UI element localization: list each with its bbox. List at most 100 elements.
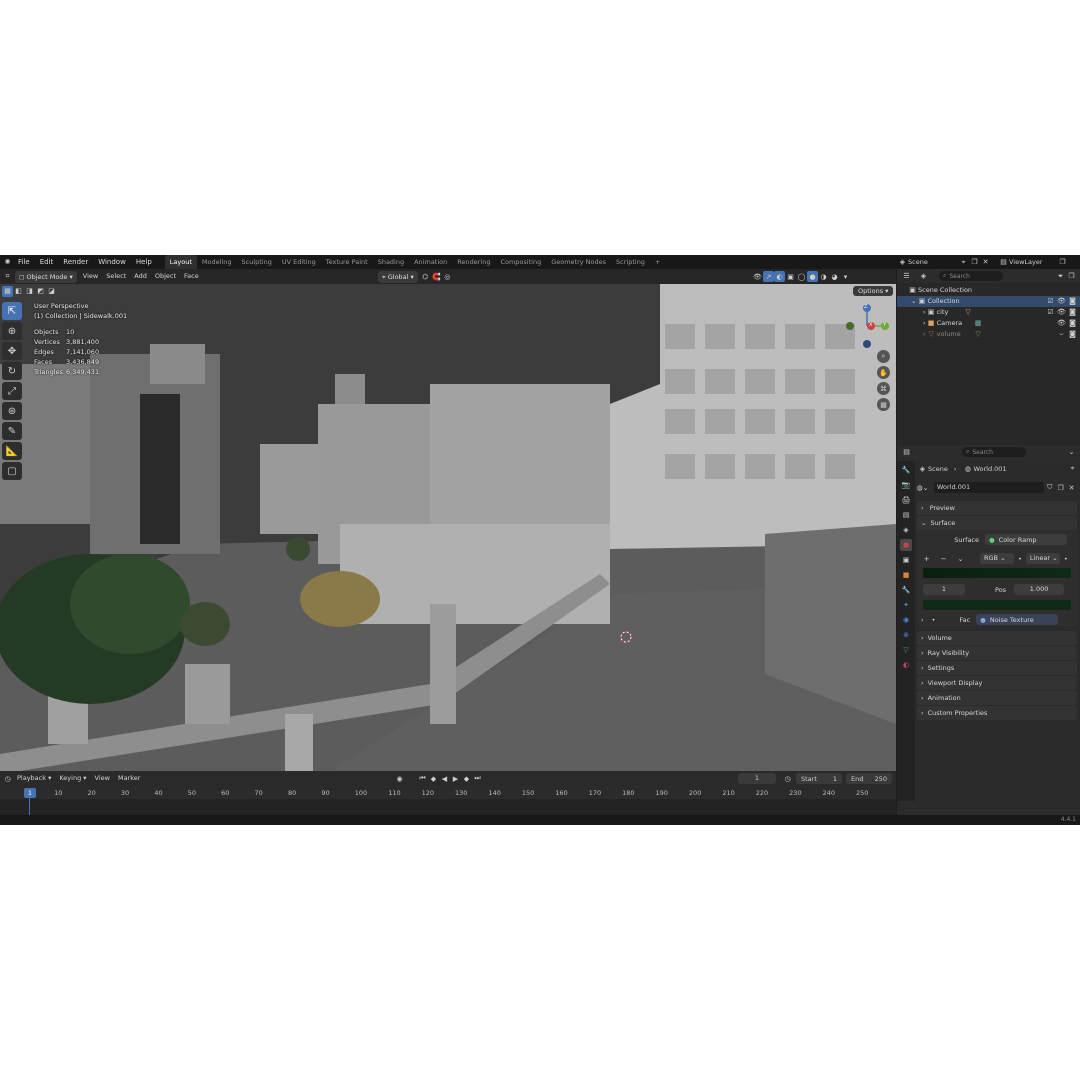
world-browse-icon[interactable]: ◍⌄ — [917, 482, 929, 493]
playhead[interactable]: 1 — [24, 788, 36, 798]
pivot-icon[interactable]: ⌬ — [420, 271, 431, 282]
camera-view-icon[interactable]: ⌘ — [877, 382, 890, 395]
camera-render-icon[interactable]: ◙ — [1067, 307, 1078, 318]
editor-type-icon[interactable]: ⌗ — [2, 271, 13, 282]
tab-layout[interactable]: Layout — [164, 255, 197, 269]
tab-animation[interactable]: Animation — [409, 255, 452, 269]
shading-options-icon[interactable]: ▾ — [840, 271, 851, 282]
properties-search[interactable]: ⌕ Search — [962, 447, 1026, 457]
menu-file[interactable]: File — [13, 255, 35, 269]
data-tab-icon[interactable]: ▽ — [900, 644, 912, 656]
material-tab-icon[interactable]: ◐ — [900, 659, 912, 671]
tab-shading[interactable]: Shading — [373, 255, 409, 269]
outliner-search[interactable]: ⌕ Search — [939, 271, 1003, 281]
pos-field[interactable]: 1.000 — [1014, 584, 1065, 595]
menu-edit[interactable]: Edit — [35, 255, 59, 269]
rotate-tool-button[interactable]: ↻ — [2, 362, 22, 380]
prev-keyframe-icon[interactable]: ◆ — [428, 773, 439, 784]
object-tab-icon[interactable]: ■ — [900, 569, 912, 581]
new-scene-icon[interactable]: ❐ — [969, 257, 980, 268]
cursor-tool-button[interactable]: ⊕ — [2, 322, 22, 340]
physics-tab-icon[interactable]: ◉ — [900, 614, 912, 626]
current-frame-field[interactable]: 1 — [738, 773, 776, 784]
viewlayer-field[interactable]: ViewLayer — [1009, 258, 1057, 266]
world-tab-icon[interactable]: ● — [900, 539, 912, 551]
menu-marker[interactable]: Marker — [114, 771, 144, 786]
camera-render-icon[interactable]: ◙ — [1067, 318, 1078, 329]
properties-editor-icon[interactable]: ▤ — [901, 447, 912, 458]
surface-shader-field[interactable]: ● Color Ramp — [985, 534, 1067, 545]
scene-selector[interactable]: ◈ Scene ⌖ ❐ ✕ — [897, 255, 991, 269]
unlink-icon[interactable]: ✕ — [1066, 482, 1077, 493]
menu-render[interactable]: Render — [58, 255, 93, 269]
shading-wireframe-icon[interactable]: ◯ — [796, 271, 807, 282]
add-cube-tool-button[interactable]: ▢ — [2, 462, 22, 480]
blender-logo-icon[interactable]: ✺ — [2, 257, 13, 268]
settings-panel-header[interactable]: › Settings — [917, 661, 1077, 675]
viewport-display-panel-header[interactable]: › Viewport Display — [917, 676, 1077, 690]
navigation-gizmo[interactable]: Z Y X — [842, 300, 890, 348]
play-icon[interactable]: ▶ — [450, 773, 461, 784]
output-tab-icon[interactable]: 🖨 — [900, 494, 912, 506]
shading-solid-icon[interactable]: ● — [807, 271, 818, 282]
start-frame-field[interactable]: Start 1 — [796, 773, 842, 784]
display-mode-icon[interactable]: ◈ — [918, 271, 929, 282]
menu-help[interactable]: Help — [131, 255, 157, 269]
record-icon[interactable]: ◉ — [394, 773, 405, 784]
measure-tool-button[interactable]: 📐 — [2, 442, 22, 460]
filter-icon[interactable]: ⏷ — [1055, 271, 1066, 282]
menu-view[interactable]: View — [79, 269, 102, 284]
eye-icon[interactable]: 👁 — [1056, 296, 1067, 307]
shading-rendered-icon[interactable]: ◕ — [829, 271, 840, 282]
tool-tab-icon[interactable]: 🔧 — [900, 464, 912, 476]
render-tab-icon[interactable]: 📷 — [900, 479, 912, 491]
add-workspace-button[interactable]: + — [650, 255, 665, 269]
select-tool-button[interactable]: ⇱ — [2, 302, 22, 320]
collection-tab-icon[interactable]: ▣ — [900, 554, 912, 566]
transform-tool-button[interactable]: ⊛ — [2, 402, 22, 420]
visibility-icon[interactable]: 👁 — [752, 271, 763, 282]
select-intersect-icon[interactable]: ◪ — [46, 286, 57, 297]
overlay-toggle-icon[interactable]: ◐ — [774, 271, 785, 282]
proportional-edit-icon[interactable]: ◎ — [442, 271, 453, 282]
color-ramp-bar[interactable] — [923, 568, 1071, 578]
collapsed-arrow-icon[interactable]: › — [921, 613, 924, 627]
menu-window[interactable]: Window — [93, 255, 131, 269]
xray-icon[interactable]: ▣ — [785, 271, 796, 282]
eye-icon[interactable]: 👁 — [1056, 318, 1067, 329]
add-stop-icon[interactable]: + — [921, 553, 932, 564]
constraints-tab-icon[interactable]: ⊗ — [900, 629, 912, 641]
ramp-menu-icon[interactable]: ⌄ — [955, 553, 966, 564]
zoom-icon[interactable]: ⌕ — [877, 350, 890, 363]
view-layer-tab-icon[interactable]: ▤ — [900, 509, 912, 521]
close-scene-icon[interactable]: ✕ — [980, 257, 991, 268]
ramp-color-swatch[interactable] — [923, 600, 1071, 610]
tab-geometry-nodes[interactable]: Geometry Nodes — [546, 255, 611, 269]
mode-dropdown[interactable]: ◻ Object Mode ▾ — [15, 270, 77, 283]
tab-compositing[interactable]: Compositing — [495, 255, 546, 269]
tab-rendering[interactable]: Rendering — [452, 255, 495, 269]
shading-material-icon[interactable]: ◑ — [818, 271, 829, 282]
outliner-row-scene-collection[interactable]: ▣ Scene Collection — [897, 285, 1080, 296]
animation-panel-header[interactable]: › Animation — [917, 691, 1077, 705]
eye-icon[interactable]: 👁 — [1056, 307, 1067, 318]
volume-panel-header[interactable]: › Volume — [917, 631, 1077, 645]
checkbox-icon[interactable]: ☑ — [1045, 307, 1056, 318]
menu-object[interactable]: Object — [151, 269, 180, 284]
custom-properties-panel-header[interactable]: › Custom Properties — [917, 706, 1077, 720]
ramp-interp-dropdown[interactable]: Linear ⌄ — [1025, 553, 1060, 564]
pin-icon[interactable]: ⌖ — [1067, 463, 1078, 474]
pan-hand-icon[interactable]: ✋ — [877, 366, 890, 379]
tab-texture-paint[interactable]: Texture Paint — [321, 255, 373, 269]
camera-render-icon[interactable]: ◙ — [1067, 296, 1078, 307]
menu-add[interactable]: Add — [130, 269, 151, 284]
outliner-row-collection[interactable]: ⌄ ▣ Collection ☑ 👁 ◙ — [897, 296, 1080, 307]
jump-end-icon[interactable]: ⏭ — [472, 773, 483, 784]
menu-select[interactable]: Select — [102, 269, 130, 284]
menu-face[interactable]: Face — [180, 269, 203, 284]
fake-user-icon[interactable]: ⛉ — [1044, 482, 1055, 493]
outliner-row-camera[interactable]: › ■ Camera ▩ 👁 ◙ — [897, 318, 1080, 329]
surface-panel-header[interactable]: ⌄ Surface — [917, 516, 1077, 530]
outliner-row-volume[interactable]: › ▽ volume ▽ ⌣ ◙ — [897, 329, 1080, 340]
move-tool-button[interactable]: ✥ — [2, 342, 22, 360]
